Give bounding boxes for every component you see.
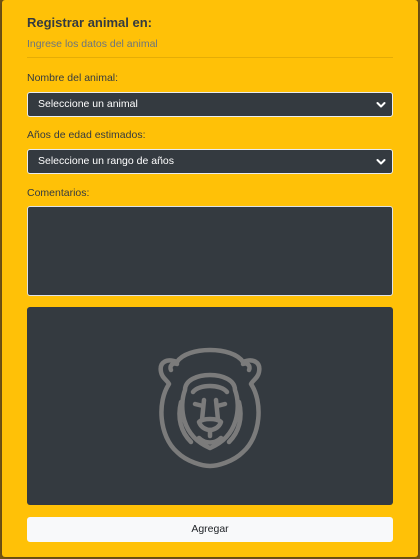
comments-label: Comentarios:: [27, 187, 90, 199]
animal-name-label: Nombre del animal:: [27, 72, 119, 84]
form-title: Registrar animal en:: [27, 15, 152, 30]
comments-textarea[interactable]: [27, 206, 393, 296]
lion-icon: [158, 347, 262, 469]
age-range-select[interactable]: Seleccione un rango de años: [27, 149, 393, 174]
chevron-down-icon: [376, 159, 386, 165]
age-range-select-value: Seleccione un rango de años: [38, 155, 175, 167]
chevron-down-icon: [376, 102, 386, 108]
card-header: Registrar animal en: Ingrese los datos d…: [27, 14, 393, 51]
age-range-label: Años de edad estimados:: [27, 129, 146, 141]
register-animal-card: Registrar animal en: Ingrese los datos d…: [2, 0, 418, 557]
animal-select[interactable]: Seleccione un animal: [27, 92, 393, 117]
header-divider: [27, 57, 393, 58]
animal-preview: [27, 307, 393, 505]
animal-select-value: Seleccione un animal: [38, 98, 138, 110]
add-button[interactable]: Agregar: [27, 517, 393, 542]
form-subtitle: Ingrese los datos del animal: [27, 38, 158, 50]
